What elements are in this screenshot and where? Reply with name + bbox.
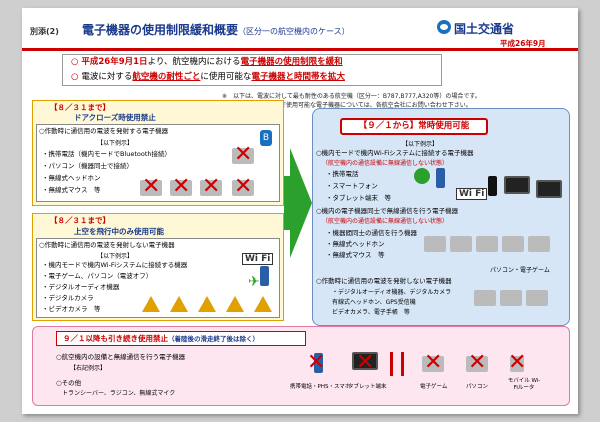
right-group2-caption: パソコン・電子ゲーム xyxy=(490,267,550,274)
transition-arrow-icon xyxy=(290,148,312,258)
phone-icon xyxy=(436,168,445,188)
phone-icon xyxy=(260,266,269,286)
pc-icon xyxy=(254,296,272,312)
wifi-icon: Wi Fi xyxy=(456,188,488,200)
cross-icon: ✕ xyxy=(424,350,443,375)
radio-wave-icon xyxy=(390,352,404,376)
attachment-tag: 別添(2) xyxy=(30,27,59,36)
right-group1-items: ・携帯電話 ・スマートフォン ・タブレット端末 等 xyxy=(326,170,391,202)
camera-icon xyxy=(170,296,188,312)
summary-line-2: ○ 電波に対する航空機の耐性ごとに使用可能な電子機器と時間帯を拡大 xyxy=(71,72,345,82)
cross-icon: ✕ xyxy=(234,142,253,167)
cross-icon: ✕ xyxy=(508,350,527,375)
box1-title: ドアクローズ時使用禁止 xyxy=(74,113,156,122)
cross-icon: ✕ xyxy=(234,174,253,199)
right-title: 【９／１から】常時使用可能 xyxy=(340,118,488,135)
right-group2-note: （航空機内の通信設備に無線通信しない状態） xyxy=(322,218,449,225)
bottom-item2: ○その他 xyxy=(56,379,82,387)
video-icon xyxy=(198,296,216,312)
summary-bullets: ○ 平成26年9月1日より、航空機内における電子機器の使用制限を緩和 ○ 電波に… xyxy=(62,54,442,86)
smartphone-icon xyxy=(488,176,497,196)
airplane-icon xyxy=(414,168,430,184)
bottom-examples: 【右記例示】 xyxy=(70,365,107,372)
box2-examples: 【以下例示】 xyxy=(97,253,134,260)
right-group3-items: ・デジタルオーディオ機器、デジタルカメラ 有線式ヘッドホン、GPS受信機 ビデオカメ… xyxy=(332,289,452,316)
box2-title: 上空を飛行中のみ使用可能 xyxy=(74,227,164,236)
cross-icon: ✕ xyxy=(468,350,487,375)
game-icon xyxy=(226,296,244,312)
header-divider xyxy=(22,48,578,51)
cross-icon: ✕ xyxy=(356,350,375,375)
caption-tablet: タブレット端末 xyxy=(348,384,387,390)
right-group1-note: （航空機内の通信設備に無線通信しない状態） xyxy=(322,160,449,167)
camera-icon xyxy=(474,290,496,306)
box1-examples: 【以下例示】 xyxy=(97,140,134,147)
document-page: 別添(2) 電子機器の使用制限緩和概要（区分一の航空機内のケース） 国土交通省 … xyxy=(22,8,578,414)
headphone-icon xyxy=(424,236,446,252)
airplane-icon: ✈ xyxy=(248,274,260,290)
audio-player-icon xyxy=(526,290,548,306)
bottom-item2-sub: トランシーバー、ラジコン、無線式マイク xyxy=(62,390,176,397)
tablet-icon xyxy=(504,176,530,194)
laptop-icon xyxy=(502,236,524,252)
box2-items: ・機内モードで機内Wi-Fiシステムに接続する機器 ・電子ゲーム、パソコン（電波オ… xyxy=(42,261,188,313)
bluetooth-icon: B xyxy=(260,130,272,146)
cross-icon: ✕ xyxy=(172,174,191,199)
cross-icon: ✕ xyxy=(202,174,221,199)
audio-icon xyxy=(142,296,160,312)
device-icon xyxy=(450,236,472,252)
bottom-item1: ○航空機内の設備と無線通信を行う電子機器 xyxy=(56,353,186,361)
ministry-name: 国土交通省 xyxy=(454,22,515,36)
box2-item-head: ○作動時に通信用の電波を発射しない電子機器 xyxy=(39,241,175,249)
right-group3-head: ○作動時に通信用の電波を発射しない電子機器 xyxy=(316,277,452,285)
right-group1-head: ○機内モードで機内Wi-Fiシステムに接続する電子機器 xyxy=(316,149,474,157)
right-examples: 【以下例示】 xyxy=(402,141,439,148)
cross-icon: ✕ xyxy=(307,350,326,375)
right-group2-items: ・機器間同士の通信を行う機器 ・無線式ヘッドホン ・無線式マウス 等 xyxy=(326,229,417,259)
mlit-logo-icon xyxy=(437,20,451,34)
caption-pc: パソコン xyxy=(466,384,489,390)
device-icon xyxy=(476,236,498,252)
cross-icon: ✕ xyxy=(142,174,161,199)
box1-item-head: ○作動時に通信用の電波を発射する電子機器 xyxy=(39,127,169,135)
right-group2-head: ○機内の電子機器同士で無線通信を行う電子機器 xyxy=(316,207,459,215)
wifi-icon: Wi Fi xyxy=(242,253,274,265)
caption-phone: 携帯電話・PHS・スマホ xyxy=(290,384,351,390)
summary-line-1: ○ 平成26年9月1日より、航空機内における電子機器の使用制限を緩和 xyxy=(71,57,343,67)
video-camera-icon xyxy=(500,290,522,306)
game-icon xyxy=(528,236,550,252)
caption-game: 電子ゲーム xyxy=(420,384,448,390)
page-title: 電子機器の使用制限緩和概要（区分一の航空機内のケース） xyxy=(82,23,350,37)
caption-router: モバイル Wi-Fiルータ xyxy=(507,378,541,391)
bottom-title: ９／１以降も引き続き使用禁止（着陸後の滑走終了後は除く） xyxy=(56,331,306,346)
tablet-icon xyxy=(536,180,562,198)
box2-date: 【８／３１まで】 xyxy=(50,216,110,225)
